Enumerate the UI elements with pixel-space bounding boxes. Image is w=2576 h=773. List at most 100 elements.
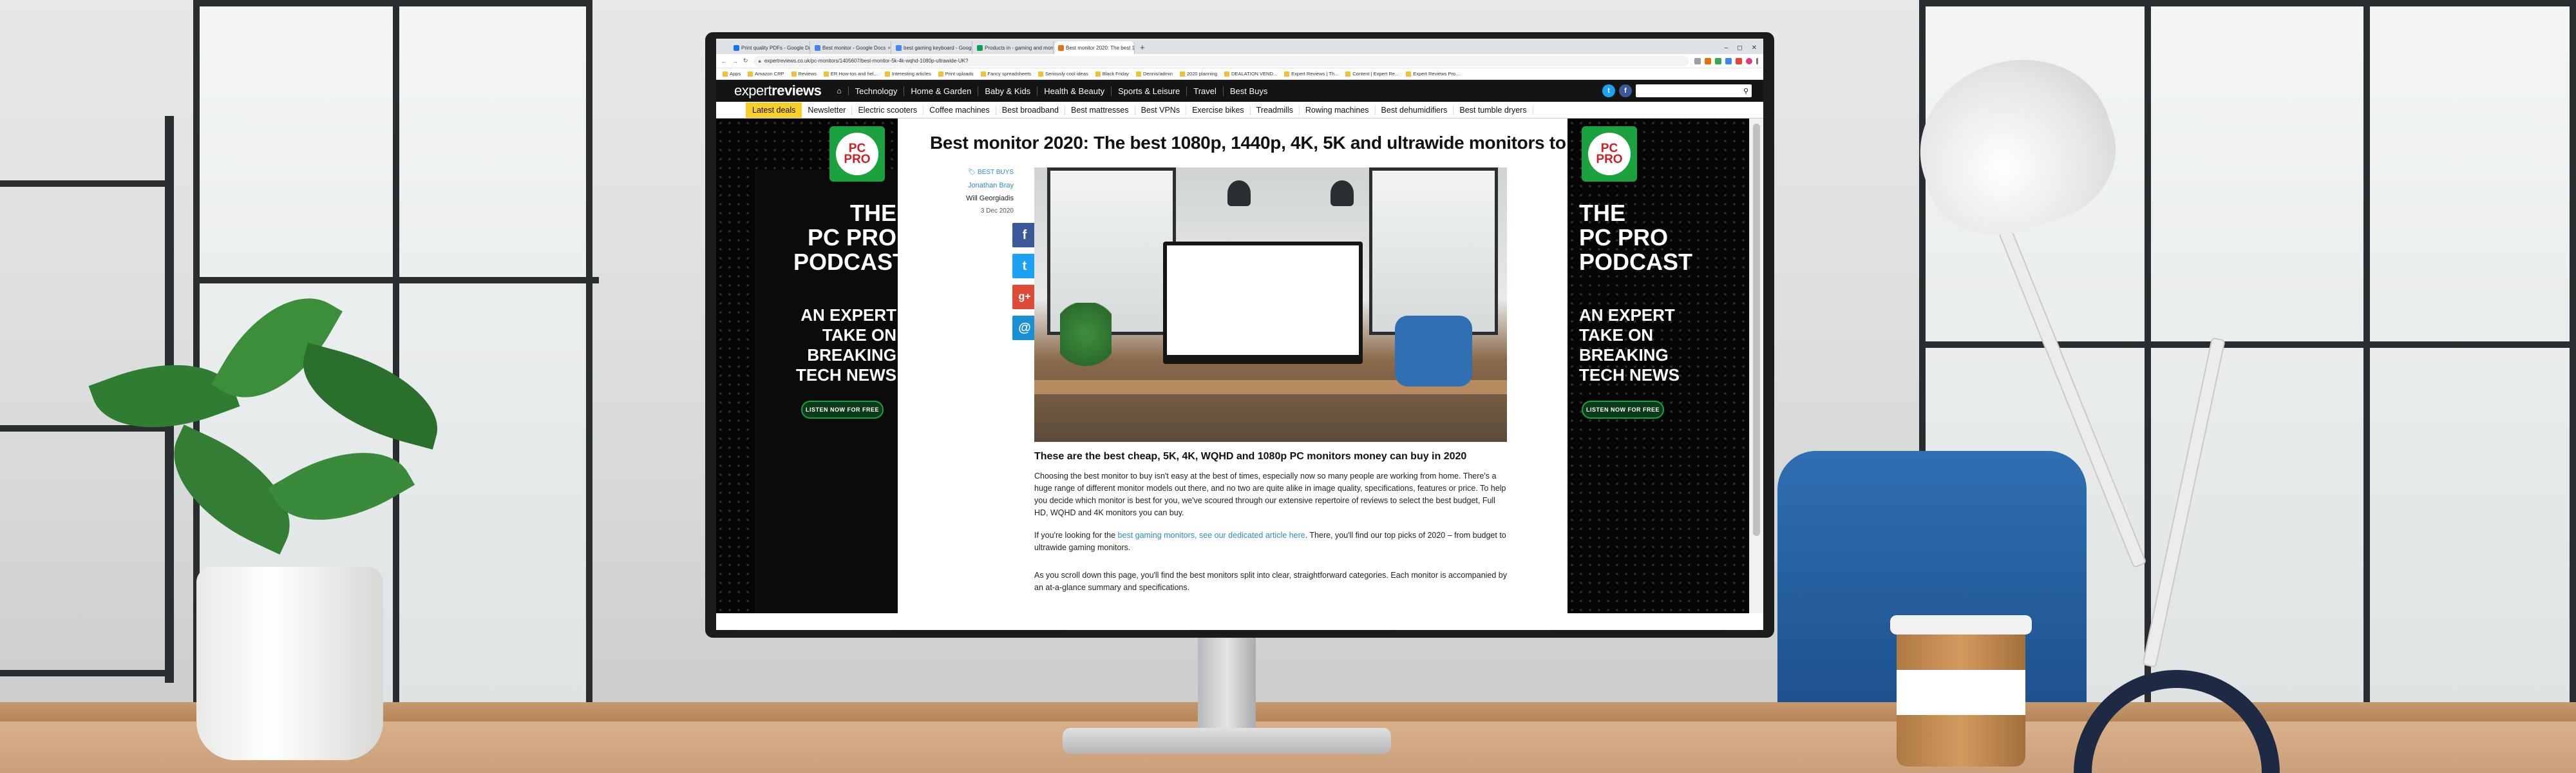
category-link[interactable]: 🏷︎ BEST BUYS: [917, 166, 1014, 179]
folder-icon: [1179, 71, 1185, 77]
bookmark-item[interactable]: Expert Reviews | Th...: [1284, 71, 1338, 77]
monitor-screen: Print quality PDFs - Google Drive×Best m…: [716, 39, 1763, 630]
share-googleplus-icon[interactable]: g+: [1012, 285, 1037, 309]
close-icon[interactable]: ✕: [1752, 44, 1757, 52]
menu-icon[interactable]: [1756, 57, 1758, 64]
pc-pro-logo: PC PRO: [1582, 126, 1637, 182]
author-link[interactable]: Jonathan Bray: [917, 179, 1014, 192]
bookmark-item[interactable]: Print uploads: [938, 71, 974, 77]
ad-left[interactable]: PC PRO THE PC PRO PODCAST AN EXPERT TAKE…: [716, 119, 898, 613]
subnav-item[interactable]: Best VPNs: [1135, 105, 1187, 115]
ad-right[interactable]: PC PRO THE PC PRO PODCAST AN EXPERT TAKE…: [1567, 119, 1749, 613]
maximize-icon[interactable]: ◻: [1737, 44, 1742, 52]
bookmark-item[interactable]: Reviews: [791, 71, 817, 77]
star-icon[interactable]: [1694, 57, 1701, 64]
subnav-item[interactable]: Best broadband: [996, 105, 1066, 115]
bookmark-item[interactable]: Interesting articles: [884, 71, 931, 77]
browser-tab[interactable]: Products in - gaming and monit×: [974, 41, 1054, 54]
bookmark-label: Fancy spreadsheets: [987, 71, 1032, 77]
twitter-icon[interactable]: t: [1602, 84, 1615, 97]
bookmark-item[interactable]: Fancy spreadsheets: [980, 71, 1032, 77]
subnav-item[interactable]: Best dehumidifiers: [1376, 105, 1454, 115]
gaming-monitors-link[interactable]: best gaming monitors, see our dedicated …: [1118, 531, 1305, 540]
extension-icon[interactable]: [1715, 57, 1721, 64]
site-search-input[interactable]: ⚲: [1636, 84, 1752, 97]
monitor-base: [1063, 728, 1391, 754]
browser-tab[interactable]: best gaming keyboard - Google×: [893, 41, 972, 54]
bookmark-item[interactable]: Apps: [723, 71, 741, 77]
nav-item[interactable]: Technology: [849, 86, 905, 96]
bookmark-label: Expert Reviews Pro...: [1413, 71, 1460, 77]
address-bar[interactable]: 🔒︎ expertreviews.co.uk/pc-monitors/14056…: [753, 55, 1689, 66]
bookmark-label: Dennis/admin: [1143, 71, 1173, 77]
folder-icon: [884, 71, 890, 77]
nav-item[interactable]: Home & Garden: [904, 86, 979, 96]
facebook-icon[interactable]: f: [1619, 84, 1632, 97]
back-icon[interactable]: ←: [721, 58, 727, 64]
nav-item[interactable]: Baby & Kids: [978, 86, 1038, 96]
browser-tabbar: Print quality PDFs - Google Drive×Best m…: [716, 39, 1763, 54]
browser-tab[interactable]: Print quality PDFs - Google Drive×: [730, 41, 810, 54]
nav-item[interactable]: Travel: [1187, 86, 1224, 96]
subnav-item[interactable]: Best mattresses: [1065, 105, 1135, 115]
bookmark-item[interactable]: ER How-tos and hel...: [823, 71, 878, 77]
subnav-item[interactable]: Coffee machines: [923, 105, 996, 115]
bookmark-item[interactable]: Expert Reviews Pro...: [1406, 71, 1459, 77]
bookmark-label: Content | Expert Re...: [1352, 71, 1399, 77]
site-logo[interactable]: expertreviews: [734, 82, 822, 99]
subnav-item[interactable]: Best tumble dryers: [1454, 105, 1533, 115]
nav-item[interactable]: Health & Beauty: [1037, 86, 1112, 96]
profile-avatar[interactable]: [1746, 57, 1752, 64]
tab-favicon-icon: [734, 44, 739, 51]
share-email-icon[interactable]: @: [1012, 316, 1037, 340]
subnav-item[interactable]: Rowing machines: [1300, 105, 1376, 115]
ad-cta-button[interactable]: LISTEN NOW FOR FREE: [1582, 401, 1664, 419]
bookmarks-bar: Apps Amazon CRP Reviews ER How-tos and hel.…: [716, 68, 1763, 80]
hero-image: [1034, 167, 1507, 442]
home-icon[interactable]: ⌂: [830, 86, 849, 95]
extension-icon[interactable]: [1725, 57, 1732, 64]
extension-icons: [1694, 57, 1758, 64]
tab-close-icon[interactable]: ×: [887, 45, 891, 51]
bookmark-item[interactable]: DEALATION VEND...: [1224, 71, 1277, 77]
extension-icon[interactable]: [1705, 57, 1711, 64]
nav-item[interactable]: Best Buys: [1224, 86, 1274, 96]
share-facebook-icon[interactable]: f: [1012, 223, 1037, 247]
bookmark-label: Black Friday: [1102, 71, 1130, 77]
browser-tab[interactable]: Best monitor 2020: The best 10×: [1055, 41, 1135, 54]
new-tab-button[interactable]: +: [1136, 41, 1149, 54]
share-twitter-icon[interactable]: t: [1012, 254, 1037, 278]
bookmark-item[interactable]: Content | Expert Re...: [1345, 71, 1399, 77]
subnav-item[interactable]: Treadmills: [1251, 105, 1300, 115]
browser-tab[interactable]: Best monitor - Google Docs ×: [811, 41, 891, 54]
browser-toolbar: ← → ↻ 🔒︎ expertreviews.co.uk/pc-monitors…: [716, 54, 1763, 68]
bookmark-item[interactable]: Dennis/admin: [1136, 71, 1173, 77]
subnav-item[interactable]: Electric scooters: [852, 105, 924, 115]
page-scrollbar[interactable]: [1749, 119, 1763, 613]
reload-icon[interactable]: ↻: [743, 57, 748, 64]
bookmark-item[interactable]: Amazon CRP: [748, 71, 784, 77]
window-controls: – ◻ ✕: [1725, 41, 1763, 54]
bookmark-item[interactable]: Black Friday: [1095, 71, 1129, 77]
ad-cta-button[interactable]: LISTEN NOW FOR FREE: [801, 401, 884, 419]
extension-icon[interactable]: [1736, 57, 1742, 64]
editor-name: Will Georgiadis: [966, 195, 1014, 202]
bookmark-item[interactable]: Seriously cool ideas: [1038, 71, 1088, 77]
nav-item[interactable]: Sports & Leisure: [1112, 86, 1188, 96]
tab-label: Products in - gaming and monit: [985, 44, 1054, 51]
tab-favicon-icon: [896, 44, 902, 51]
forward-icon[interactable]: →: [732, 58, 738, 64]
folder-icon: [1284, 71, 1290, 77]
scrollbar-thumb[interactable]: [1753, 124, 1760, 536]
minimize-icon[interactable]: –: [1725, 44, 1728, 52]
search-icon[interactable]: ⚲: [1743, 87, 1748, 95]
bookmark-item[interactable]: 2020 planning: [1179, 71, 1217, 77]
folder-icon: [1136, 71, 1142, 77]
folder-icon: [823, 71, 829, 77]
ad-headline: THE PC PRO PODCAST: [1579, 200, 1693, 275]
article: Best monitor 2020: The best 1080p, 1440p…: [898, 119, 1602, 613]
subnav-item[interactable]: Newsletter: [802, 105, 853, 115]
subnav-item[interactable]: Exercise bikes: [1186, 105, 1251, 115]
latest-deals-link[interactable]: Latest deals: [746, 102, 802, 118]
bookmark-label: Interesting articles: [891, 71, 931, 77]
